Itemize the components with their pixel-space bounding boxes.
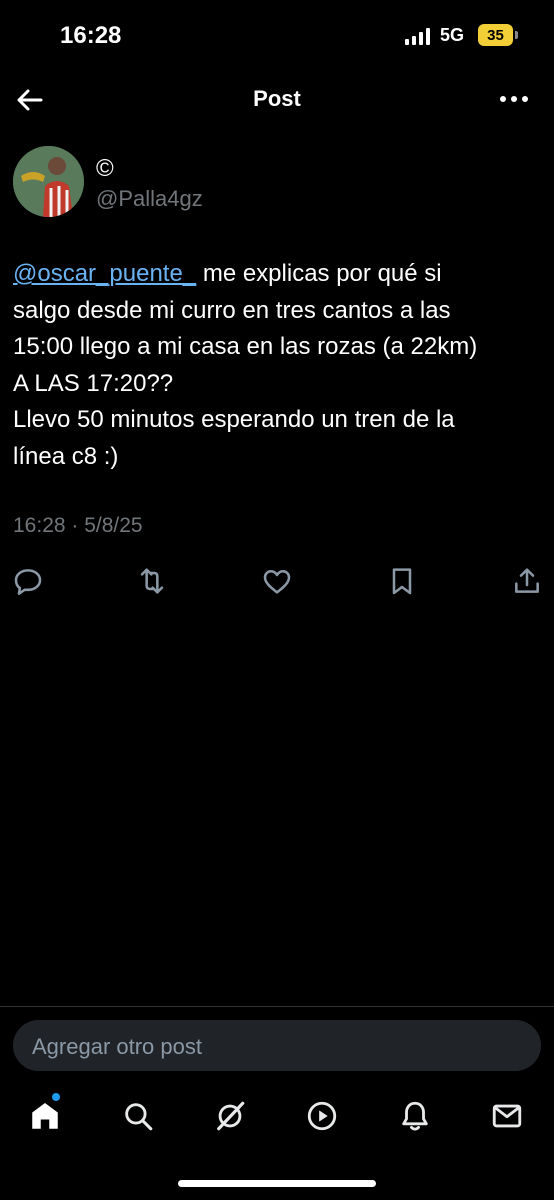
post-line-4: A LAS 17:20??	[13, 369, 174, 397]
post-line-3: 15:00 llego a mi casa en las rozas (a 22…	[13, 333, 478, 360]
bookmark-icon	[392, 568, 412, 595]
share-button[interactable]	[511, 565, 543, 597]
like-button[interactable]	[261, 565, 293, 597]
repost-icon	[140, 568, 164, 594]
grok-icon	[217, 1101, 245, 1131]
battery-icon: 35	[478, 24, 513, 46]
network-type: 5G	[440, 25, 465, 45]
notification-dot	[52, 1093, 60, 1101]
avatar[interactable]	[13, 146, 84, 217]
home-indicator[interactable]	[178, 1180, 376, 1187]
more-options-button[interactable]	[498, 88, 530, 110]
reply-icon	[14, 569, 42, 595]
post-line-1: me explicas por qué si	[196, 260, 442, 287]
repost-button[interactable]	[136, 565, 168, 597]
search-icon	[125, 1103, 153, 1131]
nav-messages[interactable]	[490, 1099, 524, 1133]
share-icon	[515, 568, 539, 593]
reply-box[interactable]	[13, 1020, 541, 1071]
post-line-6: línea c8 :)	[13, 442, 119, 470]
reply-button[interactable]	[12, 565, 44, 597]
post-timestamp: 16:28 · 5/8/25	[13, 514, 143, 537]
nav-grok[interactable]	[213, 1099, 247, 1133]
bookmark-button[interactable]	[386, 565, 418, 597]
page-title: Post	[253, 86, 301, 111]
video-icon	[307, 1101, 337, 1131]
battery-tip	[515, 31, 518, 39]
author-display-name[interactable]: ©	[96, 155, 114, 183]
more-horizontal-icon	[500, 96, 528, 102]
divider	[0, 1006, 554, 1007]
post-line-2: salgo desde mi curro en tres cantos a la…	[13, 296, 451, 324]
cellular-signal-icon	[405, 27, 430, 45]
post-line-5: Llevo 50 minutos esperando un tren de la	[13, 406, 455, 433]
messages-icon	[492, 1104, 522, 1128]
like-icon	[263, 570, 291, 594]
nav-notifications[interactable]	[398, 1099, 432, 1133]
home-icon	[32, 1102, 58, 1129]
author-handle[interactable]: @Palla4gz	[96, 186, 203, 212]
nav-video[interactable]	[305, 1099, 339, 1133]
reply-input[interactable]	[30, 1032, 514, 1062]
status-time: 16:28	[60, 22, 122, 49]
avatar-image	[13, 146, 84, 217]
nav-search[interactable]	[121, 1099, 155, 1133]
nav-home[interactable]	[28, 1099, 62, 1133]
post-text: @oscar_puente_ me explicas por qué si sa…	[13, 256, 543, 475]
notifications-icon	[402, 1101, 428, 1131]
battery-level: 35	[487, 26, 504, 44]
mention-link[interactable]: @oscar_puente_	[13, 260, 196, 287]
